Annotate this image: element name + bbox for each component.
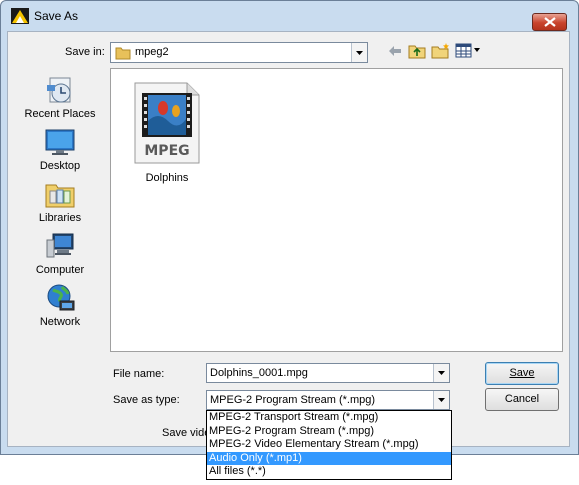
up-folder-icon[interactable] [408, 43, 426, 59]
place-desktop[interactable]: Desktop [20, 127, 100, 175]
type-option[interactable]: MPEG-2 Transport Stream (*.mpg) [207, 411, 451, 425]
file-name-dropdown-arrow[interactable] [433, 364, 449, 382]
place-label: Computer [35, 264, 85, 276]
save-as-type-dropdown-arrow[interactable] [433, 391, 449, 409]
libraries-icon [45, 184, 75, 208]
title-bar[interactable]: Save As [1, 1, 578, 31]
type-option[interactable]: All files (*.*) [207, 465, 451, 479]
desktop-icon [45, 129, 75, 155]
place-label: Desktop [39, 160, 81, 172]
type-option-highlighted[interactable]: Audio Only (*.mp1) [207, 451, 451, 465]
type-option[interactable]: MPEG-2 Video Elementary Stream (*.mpg) [207, 438, 451, 452]
chevron-down-icon [356, 50, 363, 55]
close-icon [544, 17, 556, 27]
type-option[interactable]: MPEG-2 Program Stream (*.mpg) [207, 425, 451, 439]
file-name-field-label: File name: [113, 368, 165, 380]
computer-icon [46, 233, 74, 258]
window-title: Save As [34, 9, 79, 23]
file-name-combo[interactable]: Dolphins_0001.mpg [206, 363, 450, 383]
file-type-badge: MPEG [144, 143, 189, 159]
save-as-type-value: MPEG-2 Program Stream (*.mpg) [210, 394, 376, 406]
place-recent-places[interactable]: Recent Places [20, 75, 100, 123]
save-as-type-options[interactable]: MPEG-2 Transport Stream (*.mpg) MPEG-2 P… [206, 410, 452, 480]
place-label: Libraries [38, 212, 82, 224]
save-as-type-label: Save as type: [113, 394, 180, 406]
cancel-button[interactable]: Cancel [485, 388, 559, 411]
cancel-button-label: Cancel [504, 393, 540, 405]
place-computer[interactable]: Computer [20, 231, 100, 279]
recent-places-icon [47, 77, 71, 103]
file-list-view[interactable]: MPEG Dolphins [110, 68, 563, 352]
save-button-label: Save [509, 367, 535, 379]
save-in-value: mpeg2 [135, 46, 169, 58]
place-libraries[interactable]: Libraries [20, 179, 100, 227]
new-folder-icon[interactable] [431, 42, 451, 59]
network-icon [47, 284, 75, 311]
app-logo-icon [11, 8, 29, 24]
save-button[interactable]: Save [485, 362, 559, 385]
view-menu-icon[interactable] [455, 43, 481, 58]
file-name-value: Dolphins_0001.mpg [210, 367, 308, 379]
file-name-label: Dolphins [145, 172, 189, 184]
close-button[interactable] [532, 13, 567, 31]
save-in-label: Save in: [65, 46, 105, 58]
save-as-type-combo[interactable]: MPEG-2 Program Stream (*.mpg) [206, 390, 450, 410]
back-arrow-icon[interactable] [388, 45, 402, 57]
folder-icon [115, 47, 131, 60]
mpeg-file-icon: MPEG [134, 82, 200, 164]
file-item-dolphins[interactable]: MPEG Dolphins [131, 81, 203, 184]
place-label: Network [39, 316, 81, 328]
place-label: Recent Places [24, 108, 96, 120]
save-in-combo[interactable]: mpeg2 [110, 42, 368, 63]
save-video-label: Save vide [162, 427, 211, 439]
chevron-down-icon [438, 398, 445, 402]
chevron-down-icon [438, 371, 445, 375]
save-in-dropdown-arrow[interactable] [351, 43, 367, 62]
place-network[interactable]: Network [20, 283, 100, 331]
